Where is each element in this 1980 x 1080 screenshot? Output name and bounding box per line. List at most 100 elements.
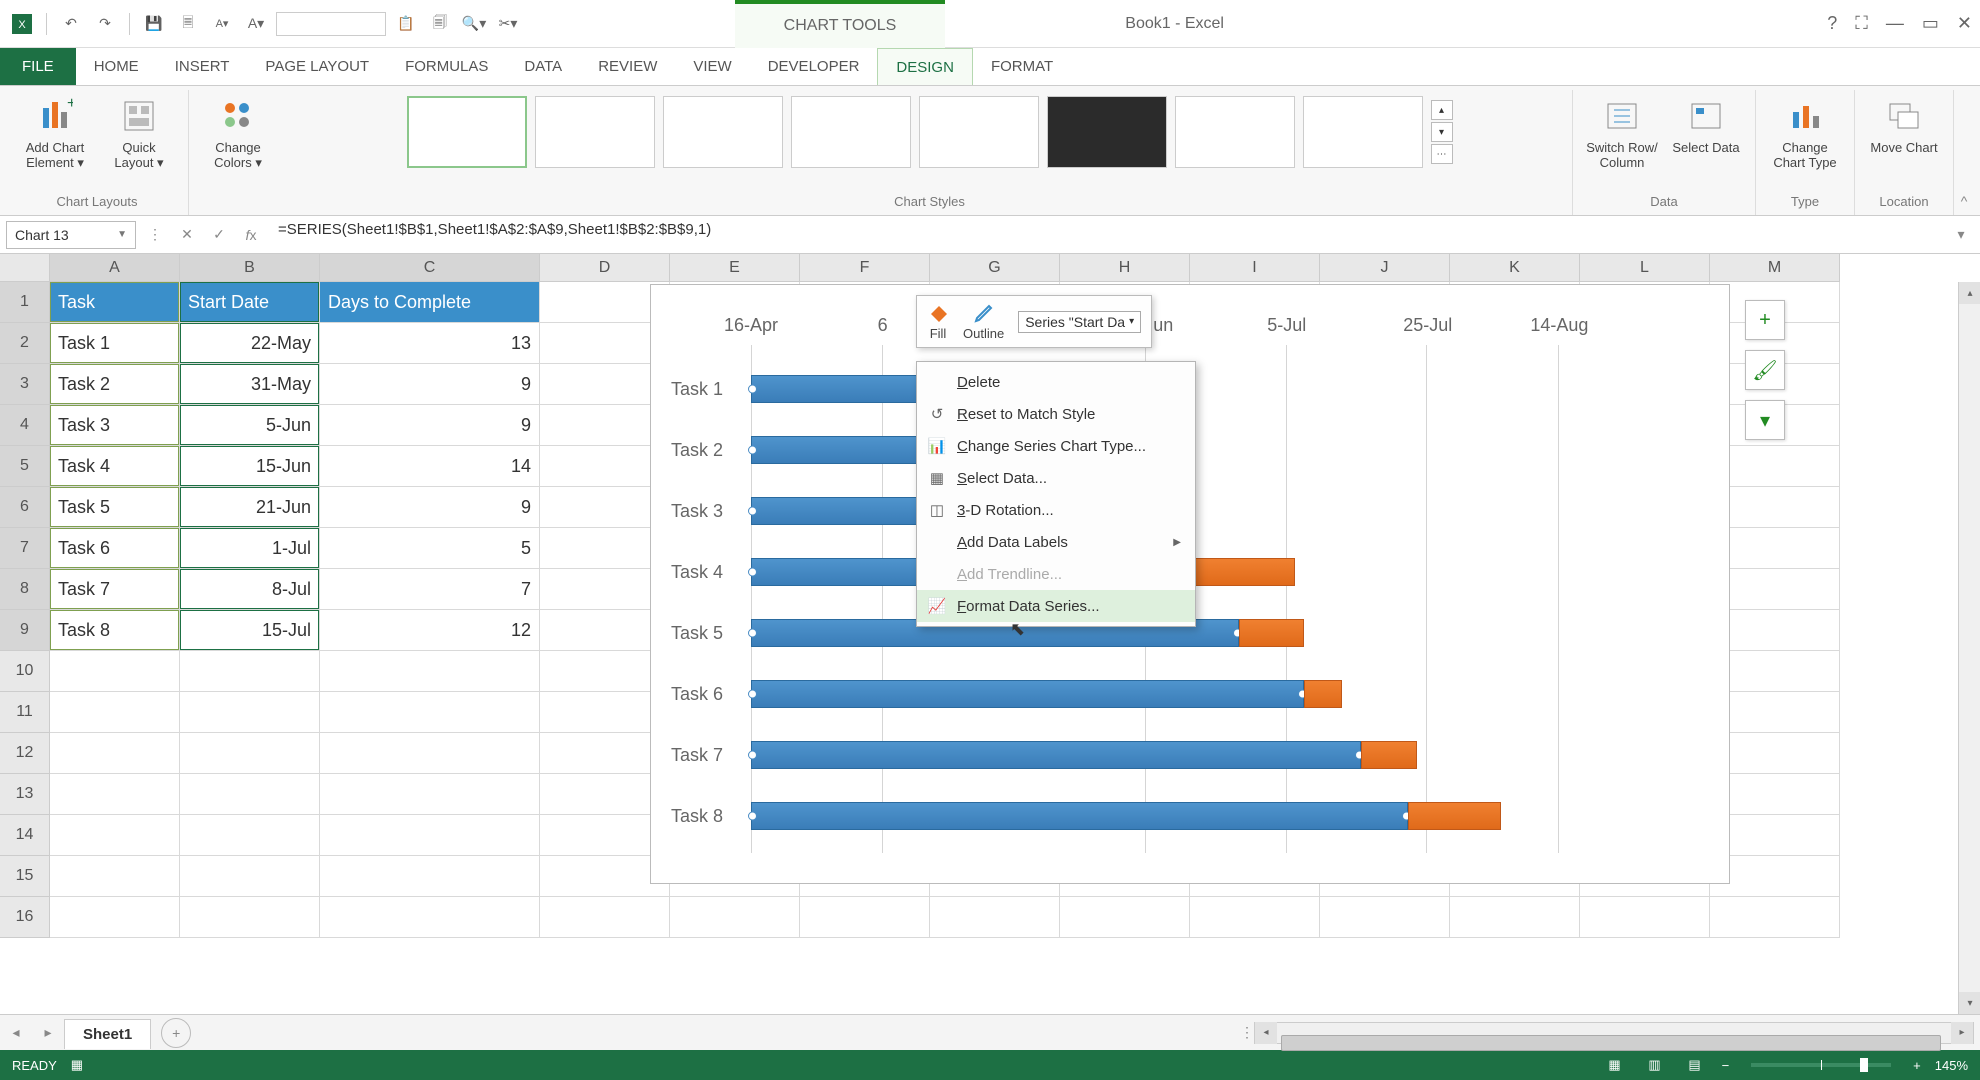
bar-start-date[interactable] bbox=[751, 680, 1304, 708]
expand-formula-bar-button[interactable]: ▾ bbox=[1948, 222, 1974, 248]
cell-J16[interactable] bbox=[1320, 897, 1450, 938]
cell-A2[interactable]: Task 1 bbox=[50, 323, 180, 364]
bar-start-date[interactable] bbox=[751, 741, 1361, 769]
font-select[interactable] bbox=[276, 12, 386, 36]
maximize-button[interactable]: ▭ bbox=[1922, 13, 1939, 34]
help-button[interactable]: ? bbox=[1827, 13, 1837, 34]
cell-D16[interactable] bbox=[540, 897, 670, 938]
col-header-A[interactable]: A bbox=[50, 254, 180, 282]
row-header-10[interactable]: 10 bbox=[0, 651, 50, 692]
quick-layout-button[interactable]: Quick Layout ▾ bbox=[100, 92, 178, 175]
cell-B7[interactable]: 1-Jul bbox=[180, 528, 320, 569]
tab-insert[interactable]: INSERT bbox=[157, 48, 248, 85]
styles-scroll-down[interactable]: ▾ bbox=[1431, 122, 1453, 142]
cancel-formula-button[interactable]: ✕ bbox=[174, 222, 200, 248]
ribbon-collapse-button[interactable]: ^ bbox=[1954, 90, 1974, 215]
zoom-slider[interactable] bbox=[1751, 1063, 1891, 1067]
excel-icon[interactable]: X bbox=[8, 10, 36, 38]
row-header-15[interactable]: 15 bbox=[0, 856, 50, 897]
close-button[interactable]: ✕ bbox=[1957, 13, 1972, 34]
col-header-F[interactable]: F bbox=[800, 254, 930, 282]
cell-C11[interactable] bbox=[320, 692, 540, 733]
col-header-M[interactable]: M bbox=[1710, 254, 1840, 282]
cell-B4[interactable]: 5-Jun bbox=[180, 405, 320, 446]
cell-E16[interactable] bbox=[670, 897, 800, 938]
hscroll-right[interactable]: ▸ bbox=[1951, 1022, 1973, 1044]
formula-options-button[interactable]: ⋮ bbox=[142, 222, 168, 248]
cell-M16[interactable] bbox=[1710, 897, 1840, 938]
cell-A12[interactable] bbox=[50, 733, 180, 774]
add-sheet-button[interactable]: + bbox=[161, 1018, 191, 1048]
row-header-14[interactable]: 14 bbox=[0, 815, 50, 856]
macro-record-icon[interactable]: ▦ bbox=[71, 1057, 83, 1073]
cell-C6[interactable]: 9 bbox=[320, 487, 540, 528]
plot-area[interactable]: Task 1Task 2Task 3Task 4Task 5Task 6Task… bbox=[751, 345, 1689, 853]
cell-F16[interactable] bbox=[800, 897, 930, 938]
bar-days[interactable] bbox=[1304, 680, 1342, 708]
cell-C2[interactable]: 13 bbox=[320, 323, 540, 364]
chart-style-1[interactable] bbox=[407, 96, 527, 168]
cell-A16[interactable] bbox=[50, 897, 180, 938]
outline-button[interactable]: Outline bbox=[963, 302, 1004, 341]
ctx-item-change-series-chart-type-[interactable]: 📊Change Series Chart Type... bbox=[917, 430, 1195, 462]
vscroll-down[interactable]: ▾ bbox=[1959, 992, 1980, 1014]
cell-B9[interactable]: 15-Jul bbox=[180, 610, 320, 651]
row-header-4[interactable]: 4 bbox=[0, 405, 50, 446]
chart-area[interactable]: 16-Apr615-Jun5-Jul25-Jul14-AugTask 1Task… bbox=[661, 295, 1719, 873]
switch-row-column-button[interactable]: Switch Row/ Column bbox=[1583, 92, 1661, 174]
cell-C1[interactable]: Days to Complete bbox=[320, 282, 540, 323]
cell-B2[interactable]: 22-May bbox=[180, 323, 320, 364]
cell-C14[interactable] bbox=[320, 815, 540, 856]
row-header-11[interactable]: 11 bbox=[0, 692, 50, 733]
ctx-item--d-rotation-[interactable]: ◫3-D Rotation... bbox=[917, 494, 1195, 526]
ctx-item-format-data-series-[interactable]: 📈Format Data Series... bbox=[917, 590, 1195, 622]
tab-developer[interactable]: DEVELOPER bbox=[750, 48, 878, 85]
cell-B16[interactable] bbox=[180, 897, 320, 938]
horizontal-scrollbar[interactable]: ◂ ▸ bbox=[1254, 1022, 1974, 1044]
bar-days[interactable] bbox=[1192, 558, 1295, 586]
cell-B14[interactable] bbox=[180, 815, 320, 856]
row-header-13[interactable]: 13 bbox=[0, 774, 50, 815]
chart-style-6[interactable] bbox=[1047, 96, 1167, 168]
cell-A9[interactable]: Task 8 bbox=[50, 610, 180, 651]
cell-A5[interactable]: Task 4 bbox=[50, 446, 180, 487]
chart-style-7[interactable] bbox=[1175, 96, 1295, 168]
zoom-button[interactable]: 🔍▾ bbox=[460, 10, 488, 38]
row-header-1[interactable]: 1 bbox=[0, 282, 50, 323]
cell-C4[interactable]: 9 bbox=[320, 405, 540, 446]
col-header-E[interactable]: E bbox=[670, 254, 800, 282]
cell-B11[interactable] bbox=[180, 692, 320, 733]
view-normal-button[interactable]: ▦ bbox=[1602, 1055, 1628, 1075]
sheet-nav-prev[interactable]: ◂ bbox=[0, 1024, 32, 1041]
tab-review[interactable]: REVIEW bbox=[580, 48, 675, 85]
cell-L16[interactable] bbox=[1580, 897, 1710, 938]
view-page-layout-button[interactable]: ▥ bbox=[1642, 1055, 1668, 1075]
move-chart-button[interactable]: Move Chart bbox=[1865, 92, 1943, 159]
cell-B13[interactable] bbox=[180, 774, 320, 815]
cell-G16[interactable] bbox=[930, 897, 1060, 938]
tab-file[interactable]: FILE bbox=[0, 48, 76, 85]
row-header-16[interactable]: 16 bbox=[0, 897, 50, 938]
row-header-9[interactable]: 9 bbox=[0, 610, 50, 651]
cell-B5[interactable]: 15-Jun bbox=[180, 446, 320, 487]
sheet-tab-sheet1[interactable]: Sheet1 bbox=[64, 1019, 151, 1049]
chart-object[interactable]: 16-Apr615-Jun5-Jul25-Jul14-AugTask 1Task… bbox=[650, 284, 1730, 884]
col-header-K[interactable]: K bbox=[1450, 254, 1580, 282]
ribbon-display-button[interactable]: ⛶ bbox=[1855, 13, 1868, 34]
col-header-D[interactable]: D bbox=[540, 254, 670, 282]
cell-A11[interactable] bbox=[50, 692, 180, 733]
redo-button[interactable]: ↷ bbox=[91, 10, 119, 38]
cell-B8[interactable]: 8-Jul bbox=[180, 569, 320, 610]
styles-scroll-up[interactable]: ▴ bbox=[1431, 100, 1453, 120]
zoom-out-button[interactable]: − bbox=[1722, 1058, 1730, 1073]
cell-I16[interactable] bbox=[1190, 897, 1320, 938]
tab-home[interactable]: HOME bbox=[76, 48, 157, 85]
cell-B10[interactable] bbox=[180, 651, 320, 692]
cell-C12[interactable] bbox=[320, 733, 540, 774]
vertical-scrollbar[interactable]: ▴▾ bbox=[1958, 282, 1980, 1014]
cut-button[interactable]: ✂▾ bbox=[494, 10, 522, 38]
chart-style-3[interactable] bbox=[663, 96, 783, 168]
font-smaller-button[interactable]: A▾ bbox=[208, 10, 236, 38]
enter-formula-button[interactable]: ✓ bbox=[206, 222, 232, 248]
chart-style-4[interactable] bbox=[791, 96, 911, 168]
